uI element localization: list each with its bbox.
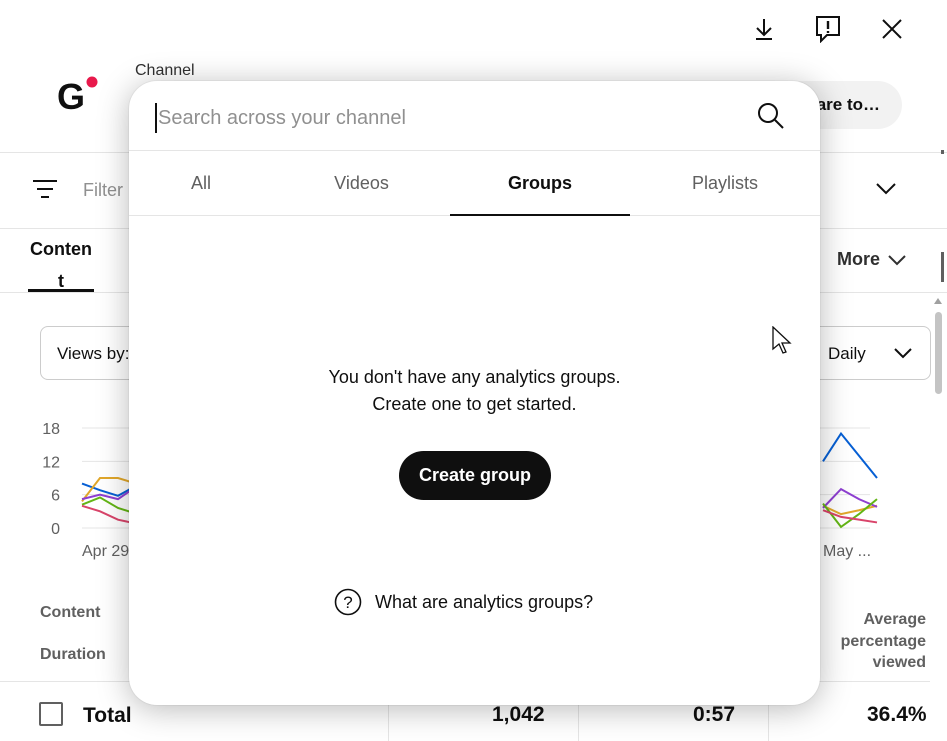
search-input[interactable] — [155, 103, 735, 133]
col-header-content[interactable]: Content — [40, 604, 100, 622]
more-label: More — [837, 249, 881, 269]
scrollbar-thumb[interactable] — [935, 312, 942, 394]
close-button[interactable] — [877, 14, 907, 44]
tab-groups[interactable]: Groups — [450, 151, 630, 216]
col-header-duration[interactable]: Duration — [40, 646, 106, 664]
chevron-down-icon[interactable] — [875, 181, 897, 195]
total-avg-duration: 0:57 — [693, 703, 736, 726]
edge-marker — [941, 150, 944, 154]
x-tick-label: May ... — [823, 543, 871, 560]
tab-all[interactable]: All — [129, 151, 273, 215]
channel-logo: G — [57, 76, 98, 117]
scroll-up-arrow[interactable] — [934, 298, 942, 304]
tab-content[interactable]: Content — [28, 233, 94, 297]
feedback-icon — [816, 16, 840, 43]
help-icon: ? — [334, 588, 362, 616]
mouse-cursor-icon — [772, 326, 792, 354]
search-dialog: All Videos Groups Playlists You don't ha… — [129, 81, 820, 705]
filter-label[interactable]: Filter — [83, 180, 123, 201]
tab-playlists[interactable]: Playlists — [630, 151, 820, 215]
y-tick-label: 12 — [42, 454, 60, 471]
more-button[interactable]: More — [837, 249, 906, 270]
search-tabs: All Videos Groups Playlists — [129, 151, 820, 216]
create-group-button[interactable]: Create group — [399, 451, 551, 500]
y-tick-label: 0 — [51, 521, 60, 538]
download-icon — [756, 19, 772, 40]
svg-text:?: ? — [343, 593, 352, 612]
x-tick-label: Apr 29 — [82, 543, 129, 560]
total-row-checkbox[interactable] — [39, 702, 63, 726]
edge-marker — [941, 252, 944, 282]
analytics-groups-help-link[interactable]: ? What are analytics groups? — [334, 588, 593, 616]
close-icon — [882, 19, 902, 39]
channel-label: Channel — [135, 62, 195, 79]
chart-series-line — [81, 496, 137, 515]
search-row — [129, 81, 820, 151]
total-avg-percent: 36.4% — [867, 703, 927, 726]
views-by-label: Views by: — [57, 344, 130, 363]
y-tick-label: 6 — [51, 488, 60, 505]
chart-series-line — [822, 431, 878, 479]
feedback-button[interactable] — [813, 14, 843, 44]
period-select-value[interactable]: Daily — [828, 344, 866, 364]
search-icon[interactable] — [757, 102, 785, 130]
empty-state-line-2: Create one to get started. — [372, 394, 577, 414]
empty-state-line-1: You don't have any analytics groups. — [328, 367, 621, 387]
empty-state-message: You don't have any analytics groups. Cre… — [129, 364, 820, 418]
col-header-avg-percent[interactable]: Average percentage viewed — [816, 609, 926, 674]
total-views: 1,042 — [492, 703, 545, 726]
svg-text:G: G — [57, 76, 85, 117]
y-tick-label: 18 — [42, 421, 60, 438]
chevron-down-icon[interactable] — [893, 346, 913, 360]
top-actions — [749, 14, 907, 44]
total-row-label: Total — [83, 704, 132, 727]
tab-videos[interactable]: Videos — [273, 151, 450, 215]
chart-series-line — [81, 504, 137, 525]
chevron-down-icon — [888, 254, 906, 265]
help-link-label: What are analytics groups? — [375, 591, 594, 612]
filter-icon[interactable] — [32, 178, 58, 200]
download-button[interactable] — [749, 14, 779, 44]
